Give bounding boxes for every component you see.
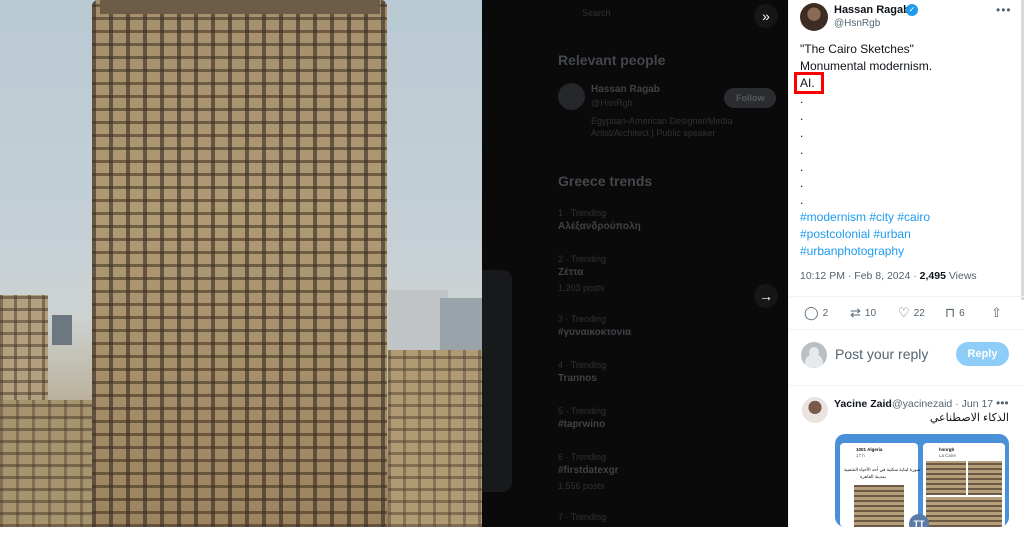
tweet-line-ai: AI. bbox=[794, 71, 1015, 94]
trend-meta: 1 · Trending bbox=[558, 208, 607, 218]
avatar bbox=[801, 342, 827, 368]
foreground-building bbox=[388, 350, 482, 527]
trend-meta: 2 · Trending bbox=[558, 254, 607, 264]
foreground-building bbox=[0, 400, 95, 527]
like-button[interactable]: ♡ 22 bbox=[898, 305, 925, 321]
tower-building bbox=[92, 0, 387, 527]
avatar[interactable] bbox=[802, 397, 828, 423]
search-placeholder: Search bbox=[582, 8, 611, 18]
cairo-tower-photo[interactable] bbox=[0, 0, 482, 527]
tweet-line: . bbox=[800, 142, 804, 157]
background-building bbox=[440, 298, 482, 358]
trend-meta: 5 · Trending bbox=[558, 406, 607, 416]
trend-meta: 4 · Trending bbox=[558, 360, 607, 370]
relevant-people-title: Relevant people bbox=[558, 52, 666, 68]
person-bio: Artist/Architect | Public speaker bbox=[591, 128, 716, 138]
building-thumbnail bbox=[926, 497, 1002, 527]
trend-meta: 7 · Trending bbox=[558, 512, 607, 522]
trend-name: Ζέττα bbox=[558, 267, 584, 278]
views-count: 2,495 bbox=[919, 270, 946, 282]
trend-name: Αλέξανδρούπολη bbox=[558, 221, 641, 232]
bookmark-icon: ⊓ bbox=[945, 305, 956, 320]
author-name[interactable]: Hassan Ragab bbox=[834, 4, 910, 16]
trend-name: #γυναικοκτονια bbox=[558, 327, 632, 338]
reply-submit-button[interactable]: Reply bbox=[956, 342, 1009, 366]
tweet-line: . bbox=[800, 109, 804, 124]
trend-name: #firstdatexgr bbox=[558, 465, 619, 476]
reply-icon: ◯ bbox=[804, 305, 819, 320]
trends-title: Greece trends bbox=[558, 173, 653, 189]
building-thumbnail bbox=[926, 461, 966, 495]
share-icon: ⇧ bbox=[991, 305, 1002, 320]
retweet-button[interactable]: ⇄ 10 bbox=[850, 305, 876, 321]
tweet-text: "The Cairo Sketches" Monumental modernis… bbox=[794, 41, 1015, 260]
divider bbox=[789, 385, 1024, 386]
person-bio: Egyptian-American Designer/Media bbox=[591, 116, 733, 126]
reply-media[interactable]: 1001 Algeria 17 h صورة لبناية سكنية في أ… bbox=[835, 434, 1009, 527]
trend-count: 1,556 posts bbox=[558, 481, 605, 491]
trend-name: Trannos bbox=[558, 373, 597, 384]
tweet-line: Monumental modernism. bbox=[800, 58, 933, 73]
building-thumbnail bbox=[854, 485, 904, 527]
x-photo-viewer: Search Relevant people Hassan Ragab @Hsn… bbox=[0, 0, 1024, 539]
background-building bbox=[52, 315, 72, 345]
media-viewer: Search Relevant people Hassan Ragab @Hsn… bbox=[0, 0, 788, 527]
timestamp[interactable]: 10:12 PM · Feb 8, 2024 · bbox=[800, 270, 920, 282]
arrow-right-icon[interactable]: → bbox=[754, 284, 778, 308]
hashtag-link[interactable]: #modernism #city #cairo bbox=[800, 209, 1015, 226]
more-options-icon[interactable]: ••• bbox=[996, 396, 1009, 410]
highlight-box bbox=[794, 71, 824, 94]
author-handle[interactable]: @HsnRgb bbox=[834, 18, 880, 29]
trend-count: 1,203 posts bbox=[558, 283, 605, 293]
views-label: Views bbox=[945, 270, 977, 282]
reply-author-handle[interactable]: @yacinezaid · Jun 17 bbox=[892, 398, 993, 410]
trend-meta: 6 · Trending bbox=[558, 452, 607, 462]
follow-button: Follow bbox=[724, 88, 776, 108]
heart-icon: ♡ bbox=[898, 305, 910, 320]
share-button[interactable]: ⇧ bbox=[991, 305, 1006, 321]
screenshot-card: 1001 Algeria 17 h صورة لبناية سكنية في أ… bbox=[840, 443, 920, 527]
retweet-icon: ⇄ bbox=[850, 305, 861, 320]
hashtag-link[interactable]: #urbanphotography bbox=[800, 243, 1015, 260]
person-name: Hassan Ragab bbox=[591, 84, 660, 95]
trend-meta: 3 · Trending bbox=[558, 314, 607, 324]
screenshot-card: hsnrgb La Caire bbox=[923, 443, 1005, 527]
tweet-panel: Hassan Ragab ✓ @HsnRgb ••• "The Cairo Sk… bbox=[788, 0, 1024, 527]
reply-button[interactable]: ◯ 2 bbox=[804, 305, 828, 321]
tweet-actions: ◯ 2 ⇄ 10 ♡ 22 ⊓ 6 ⇧ bbox=[789, 296, 1024, 330]
reply-text: الذكاء الاصطناعي bbox=[929, 412, 1009, 424]
dimmed-timeline: Search Relevant people Hassan Ragab @Hsn… bbox=[482, 0, 788, 527]
tweet-line: . bbox=[800, 92, 804, 107]
tweet-line: . bbox=[800, 125, 804, 140]
tweet-meta: 10:12 PM · Feb 8, 2024 · 2,495 Views bbox=[800, 270, 977, 282]
reply-author-name[interactable]: Yacine Zaid bbox=[834, 398, 892, 410]
tweet-line: . bbox=[800, 159, 804, 174]
tweet-line: . bbox=[800, 193, 804, 208]
bottom-bar bbox=[0, 527, 1024, 539]
more-options-icon[interactable]: ••• bbox=[996, 3, 1012, 17]
avatar[interactable] bbox=[800, 3, 828, 31]
person-handle: @HsnRgb bbox=[591, 98, 633, 108]
avatar bbox=[558, 83, 585, 110]
badge: TT bbox=[909, 514, 929, 527]
double-chevron-right-icon[interactable]: » bbox=[754, 4, 778, 28]
verified-badge-icon: ✓ bbox=[906, 4, 918, 16]
tower-roof bbox=[100, 0, 380, 14]
dimmed-card bbox=[482, 270, 512, 492]
bookmark-button[interactable]: ⊓ 6 bbox=[945, 305, 965, 321]
tweet-line: "The Cairo Sketches" bbox=[800, 42, 914, 56]
hashtag-link[interactable]: #postcolonial #urban bbox=[800, 226, 1015, 243]
tweet-line: . bbox=[800, 176, 804, 191]
reply-input[interactable]: Post your reply bbox=[835, 346, 928, 362]
trend-name: #taprwino bbox=[558, 419, 606, 430]
building-thumbnail bbox=[968, 461, 1002, 495]
